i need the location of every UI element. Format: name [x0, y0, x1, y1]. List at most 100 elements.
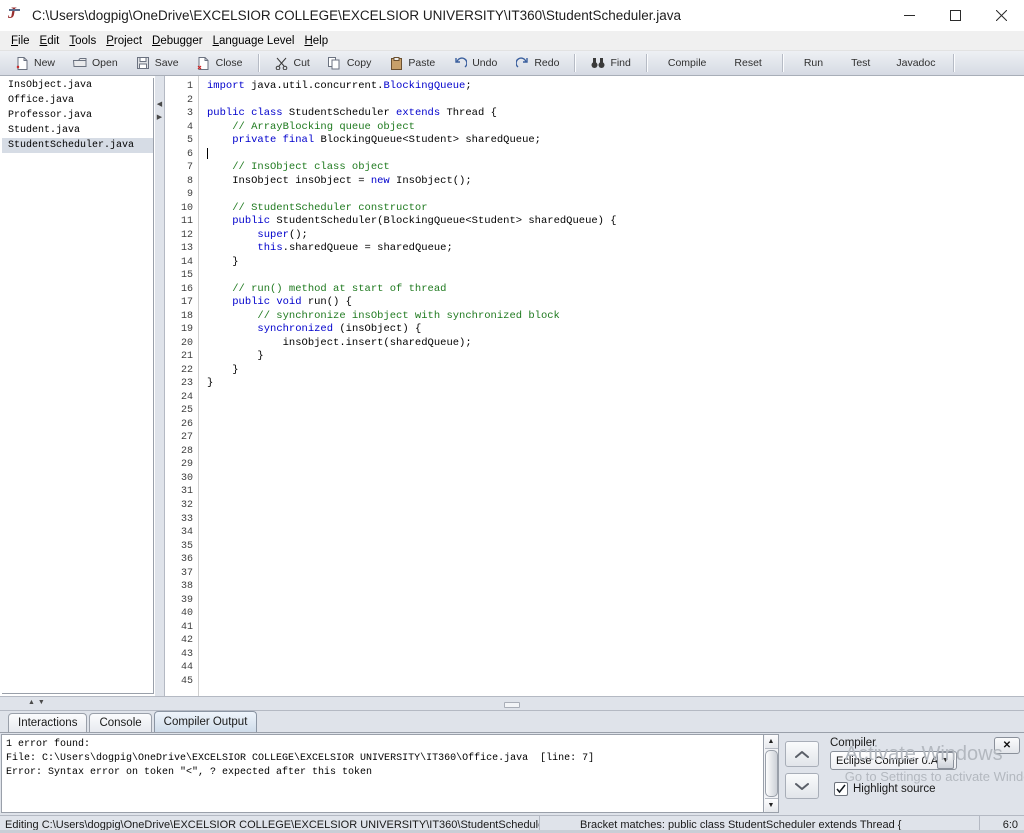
code-line[interactable]: public StudentScheduler(BlockingQueue<St… — [207, 215, 1024, 229]
code-line[interactable] — [207, 269, 1024, 283]
menu-tools[interactable]: Tools — [64, 34, 101, 48]
bottom-tab-interactions[interactable]: Interactions — [8, 713, 88, 732]
code-line[interactable] — [207, 391, 1024, 405]
toolbar-paste-button[interactable]: Paste — [380, 53, 444, 74]
code-line[interactable] — [207, 404, 1024, 418]
code-line[interactable] — [207, 675, 1024, 689]
highlight-source-checkbox[interactable] — [834, 782, 848, 796]
code-line[interactable]: InsObject insObject = new InsObject(); — [207, 175, 1024, 189]
code-line[interactable]: // InsObject class object — [207, 161, 1024, 175]
menu-debugger[interactable]: Debugger — [147, 34, 208, 48]
toolbar-open-button[interactable]: Open — [64, 53, 127, 74]
code-line[interactable]: public class StudentScheduler extends Th… — [207, 107, 1024, 121]
chevron-down-icon[interactable]: ▼ — [937, 752, 954, 769]
code-line[interactable]: // synchronize insObject with synchroniz… — [207, 310, 1024, 324]
highlight-source-row[interactable]: Highlight source — [834, 782, 1024, 796]
code-line[interactable] — [207, 580, 1024, 594]
toolbar-test-button[interactable]: Test — [837, 53, 884, 74]
compiler-selector-panel: Compiler Eclipse Compiler 0.A48 ▼ Highli… — [824, 733, 1024, 815]
toolbar-reset-button[interactable]: Reset — [720, 53, 775, 74]
code-line[interactable] — [207, 472, 1024, 486]
close-icon[interactable] — [978, 0, 1024, 30]
code-line[interactable] — [207, 648, 1024, 662]
file-list-item[interactable]: StudentScheduler.java — [2, 138, 153, 153]
code-line[interactable] — [207, 94, 1024, 108]
code-line[interactable]: this.sharedQueue = sharedQueue; — [207, 242, 1024, 256]
maximize-icon[interactable] — [932, 0, 978, 30]
vertical-splitter[interactable]: ◀ ▶ — [154, 76, 165, 696]
code-line[interactable] — [207, 458, 1024, 472]
code-line[interactable] — [207, 621, 1024, 635]
code-token: public — [232, 215, 271, 228]
file-list-item[interactable]: Office.java — [2, 93, 153, 108]
scroll-down-icon[interactable]: ▼ — [764, 798, 778, 812]
code-line[interactable]: } — [207, 350, 1024, 364]
code-line[interactable]: } — [207, 377, 1024, 391]
code-line[interactable] — [207, 188, 1024, 202]
code-line[interactable]: } — [207, 256, 1024, 270]
toolbar-run-button[interactable]: Run — [790, 53, 837, 74]
toolbar-find-button[interactable]: Find — [582, 53, 639, 74]
code-line[interactable]: insObject.insert(sharedQueue); — [207, 337, 1024, 351]
code-line[interactable] — [207, 567, 1024, 581]
splitter-handle[interactable] — [504, 702, 520, 708]
code-line[interactable] — [207, 485, 1024, 499]
editor-pane[interactable]: 1 2 3 4 5 6 7 8 9 10 11 12 13 14 15 16 17 18 19 20 21 22 23 24 2… — [165, 76, 1024, 696]
compiler-output-scrollbar[interactable]: ▲ ▼ — [764, 734, 779, 813]
code-line[interactable]: // StudentScheduler constructor — [207, 202, 1024, 216]
toolbar-redo-button[interactable]: Redo — [506, 53, 568, 74]
source-code-area[interactable]: import java.util.concurrent.BlockingQueu… — [199, 76, 1024, 696]
code-line[interactable]: synchronized (insObject) { — [207, 323, 1024, 337]
toolbar-cut-button[interactable]: Cut — [266, 53, 319, 74]
menu-project[interactable]: Project — [101, 34, 147, 48]
compiler-dropdown[interactable]: Eclipse Compiler 0.A48 ▼ — [830, 751, 957, 770]
scroll-up-icon[interactable]: ▲ — [764, 735, 778, 749]
code-line[interactable] — [207, 418, 1024, 432]
code-line[interactable]: // run() method at start of thread — [207, 283, 1024, 297]
code-line[interactable] — [207, 147, 1024, 162]
file-list-pane[interactable]: InsObject.java Office.java Professor.java S… — [2, 78, 154, 694]
toolbar-undo-button[interactable]: Undo — [444, 53, 506, 74]
toolbar-save-button[interactable]: Save — [127, 53, 188, 74]
splitter-grip-icon[interactable]: ◀ ▶ — [156, 98, 163, 124]
code-line[interactable] — [207, 445, 1024, 459]
menu-language-level[interactable]: Language Level — [208, 34, 300, 48]
menu-edit[interactable]: Edit — [35, 34, 65, 48]
menu-help[interactable]: Help — [299, 34, 333, 48]
previous-error-button[interactable] — [785, 741, 819, 767]
code-line[interactable]: // ArrayBlocking queue object — [207, 121, 1024, 135]
next-error-button[interactable] — [785, 773, 819, 799]
code-line[interactable] — [207, 594, 1024, 608]
minimize-icon[interactable] — [886, 0, 932, 30]
compiler-output-text[interactable]: 1 error found: File: C:\Users\dogpig\OneD… — [1, 734, 764, 813]
bottom-tab-compiler-output[interactable]: Compiler Output — [153, 711, 258, 732]
toolbar-new-button[interactable]: New — [6, 53, 64, 74]
code-line[interactable]: super(); — [207, 229, 1024, 243]
file-list-item[interactable]: Professor.java — [2, 108, 153, 123]
toolbar-compile-button[interactable]: Compile — [654, 53, 721, 74]
close-panel-button[interactable]: ✕ — [994, 737, 1020, 754]
file-list-item[interactable]: Student.java — [2, 123, 153, 138]
code-line[interactable] — [207, 513, 1024, 527]
scrollbar-thumb[interactable] — [764, 750, 778, 797]
file-list-item[interactable]: InsObject.java — [2, 78, 153, 93]
code-line[interactable]: import java.util.concurrent.BlockingQueu… — [207, 80, 1024, 94]
menu-file[interactable]: File — [6, 34, 35, 48]
code-line[interactable]: } — [207, 364, 1024, 378]
horizontal-splitter[interactable]: ▲▼ — [0, 696, 1024, 711]
bottom-tab-console[interactable]: Console — [89, 713, 152, 732]
code-line[interactable] — [207, 499, 1024, 513]
toolbar-javadoc-button[interactable]: Javadoc — [884, 53, 947, 74]
code-line[interactable] — [207, 526, 1024, 540]
splitter-arrows-icon[interactable]: ▲▼ — [28, 698, 48, 708]
code-line[interactable] — [207, 540, 1024, 554]
code-line[interactable]: public void run() { — [207, 296, 1024, 310]
code-line[interactable] — [207, 634, 1024, 648]
code-line[interactable] — [207, 431, 1024, 445]
toolbar-copy-button[interactable]: Copy — [319, 53, 381, 74]
code-line[interactable] — [207, 661, 1024, 675]
code-line[interactable] — [207, 607, 1024, 621]
code-line[interactable]: private final BlockingQueue<Student> sha… — [207, 134, 1024, 148]
code-line[interactable] — [207, 553, 1024, 567]
toolbar-close-button[interactable]: Close — [188, 53, 252, 74]
